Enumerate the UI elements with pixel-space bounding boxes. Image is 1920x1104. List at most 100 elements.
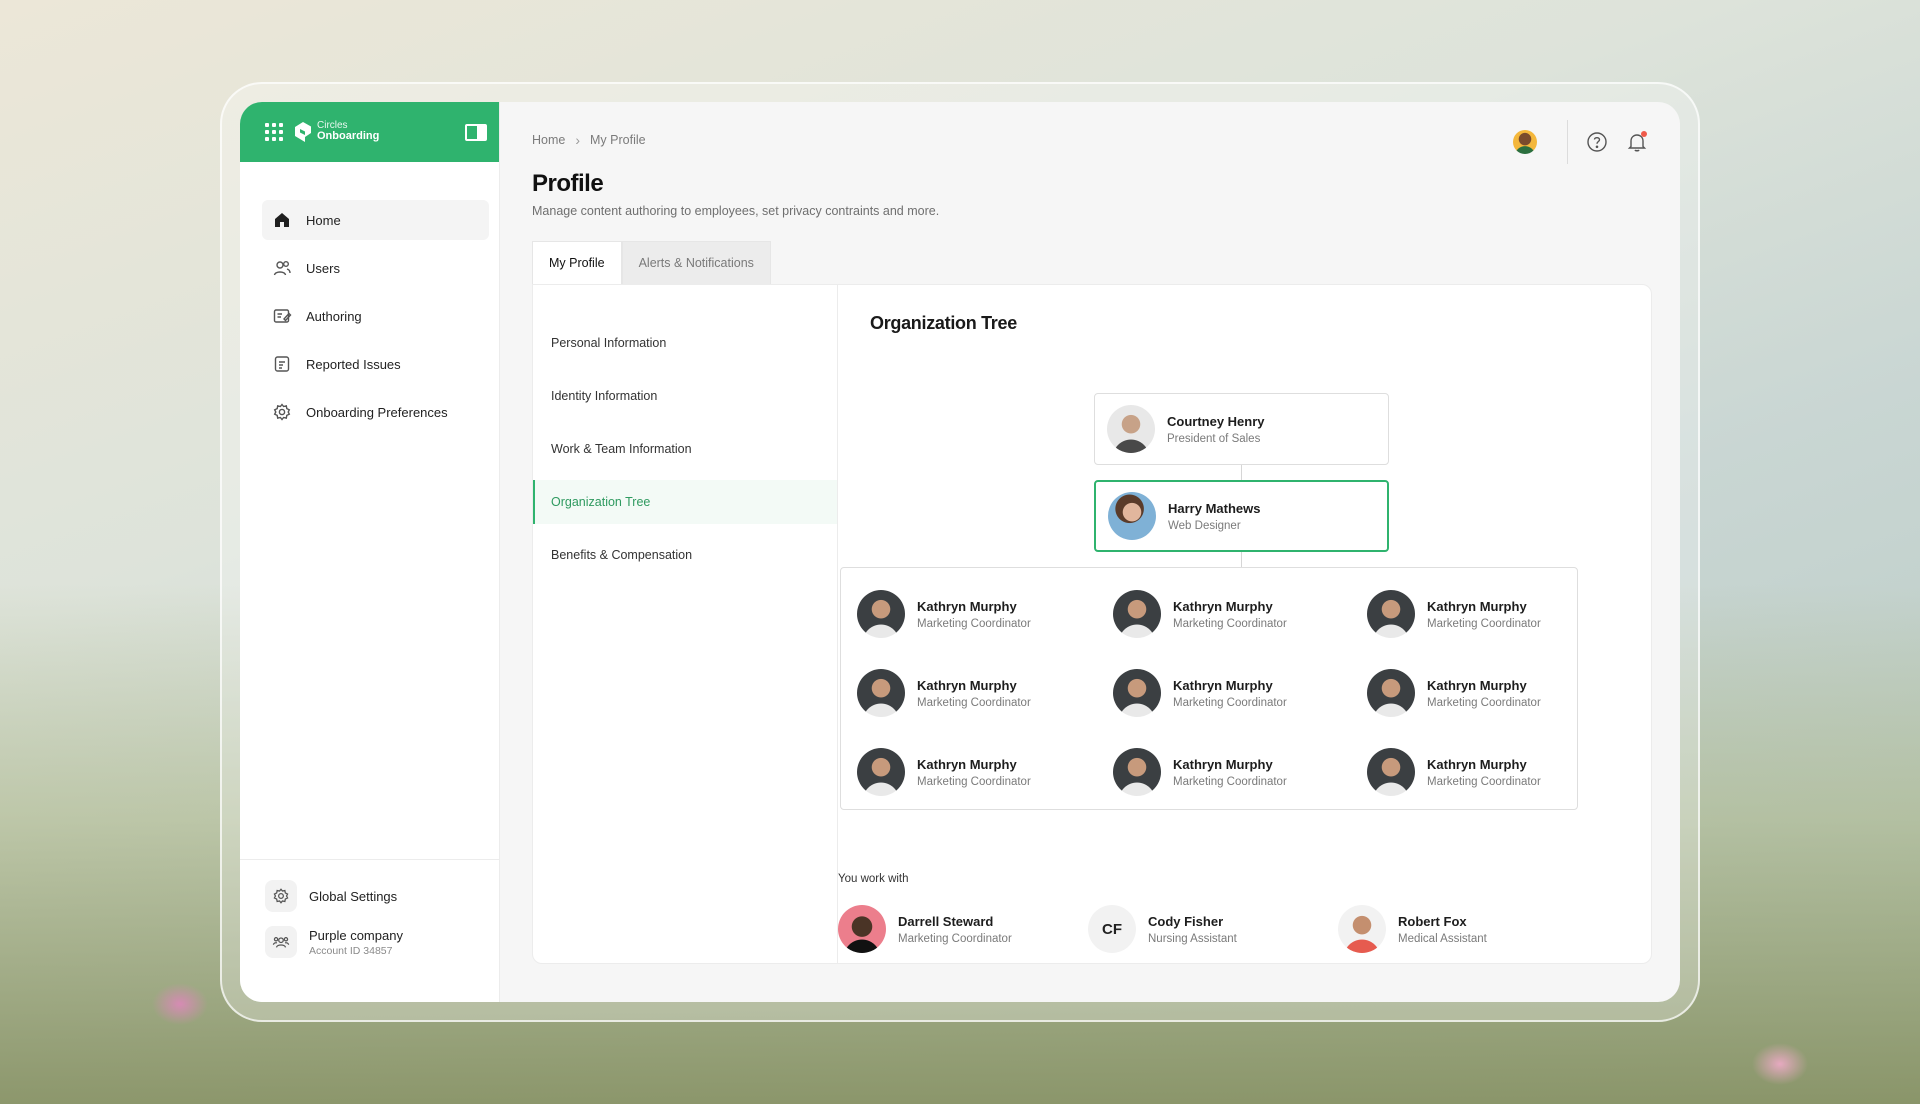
org-tree-content: Organization Tree Courtney Henry Preside… xyxy=(838,285,1651,963)
brand-big: Onboarding xyxy=(317,130,380,143)
coworker-item[interactable]: Robert Fox Medical Assistant xyxy=(1338,905,1588,953)
breadcrumb-home[interactable]: Home xyxy=(532,133,565,147)
company-switcher[interactable]: Purple company Account ID 34857 xyxy=(265,926,499,958)
page-title: Profile xyxy=(532,170,604,197)
app-window: Circles Onboarding Home Users Authoring … xyxy=(240,102,1680,1002)
sidebar-item-home[interactable]: Home xyxy=(262,200,489,240)
person-role: President of Sales xyxy=(1167,432,1261,445)
topbar-divider xyxy=(1567,120,1568,164)
avatar xyxy=(1338,905,1386,953)
avatar xyxy=(1113,669,1161,717)
works-with-list: Darrell Steward Marketing Coordinator CF … xyxy=(838,905,1588,953)
avatar xyxy=(857,748,905,796)
person-name: Kathryn Murphy xyxy=(1173,756,1273,772)
global-settings-button[interactable]: Global Settings xyxy=(265,880,499,912)
notifications-button[interactable] xyxy=(1626,131,1648,153)
section-title: Organization Tree xyxy=(870,313,1017,333)
avatar xyxy=(1107,405,1155,453)
notification-badge xyxy=(1641,131,1647,137)
person-name: Kathryn Murphy xyxy=(1427,677,1527,693)
subnav-benefits-compensation[interactable]: Benefits & Compensation xyxy=(533,533,837,577)
team-member[interactable]: Kathryn Murphy Marketing Coordinator xyxy=(1367,742,1577,802)
authoring-icon xyxy=(273,309,292,323)
tab-my-profile[interactable]: My Profile xyxy=(532,241,622,285)
sidebar-item-onboarding-preferences[interactable]: Onboarding Preferences xyxy=(262,392,489,432)
person-role: Web Designer xyxy=(1168,519,1241,532)
coworker-item[interactable]: Darrell Steward Marketing Coordinator xyxy=(838,905,1088,953)
sidebar-item-label: Home xyxy=(306,212,341,228)
org-card-leader[interactable]: Courtney Henry President of Sales xyxy=(1094,393,1389,465)
team-member[interactable]: Kathryn Murphy Marketing Coordinator xyxy=(857,663,1113,723)
breadcrumb-current: My Profile xyxy=(590,133,646,147)
avatar xyxy=(857,590,905,638)
person-name: Cody Fisher xyxy=(1148,913,1224,929)
sidebar-footer: Global Settings Purple company Account I… xyxy=(240,859,499,1002)
sidebar-nav: Home Users Authoring Reported Issues Onb… xyxy=(240,162,499,440)
person-role: Marketing Coordinator xyxy=(1427,617,1541,630)
sidebar-item-reported-issues[interactable]: Reported Issues xyxy=(262,344,489,384)
person-name: Courtney Henry xyxy=(1167,413,1265,429)
profile-panel: Personal Information Identity Informatio… xyxy=(532,284,1652,964)
brand-small: Circles xyxy=(317,119,348,131)
avatar xyxy=(1367,669,1415,717)
person-role: Marketing Coordinator xyxy=(1427,775,1541,788)
team-member[interactable]: Kathryn Murphy Marketing Coordinator xyxy=(1113,742,1367,802)
users-icon xyxy=(273,261,291,276)
works-with-label: You work with xyxy=(838,873,909,885)
person-role: Nursing Assistant xyxy=(1148,932,1237,945)
avatar xyxy=(1108,492,1156,540)
avatar xyxy=(1113,590,1161,638)
subnav-personal-information[interactable]: Personal Information xyxy=(533,321,837,365)
avatar xyxy=(1367,748,1415,796)
person-role: Medical Assistant xyxy=(1398,932,1487,945)
company-icon xyxy=(265,926,297,958)
avatar xyxy=(857,669,905,717)
tab-alerts-notifications[interactable]: Alerts & Notifications xyxy=(621,241,771,285)
user-avatar[interactable] xyxy=(1513,130,1537,154)
person-role: Marketing Coordinator xyxy=(917,696,1031,709)
sidebar-item-label: Authoring xyxy=(306,308,362,324)
collapse-sidebar-button[interactable] xyxy=(465,123,487,141)
person-name: Kathryn Murphy xyxy=(917,756,1017,772)
coworker-item[interactable]: CF Cody Fisher Nursing Assistant xyxy=(1088,905,1338,953)
tree-connector xyxy=(1241,552,1242,567)
gear-icon xyxy=(265,880,297,912)
profile-tabs: My Profile Alerts & Notifications xyxy=(532,241,771,285)
profile-subnav: Personal Information Identity Informatio… xyxy=(533,285,838,963)
topbar xyxy=(1513,120,1648,164)
team-member[interactable]: Kathryn Murphy Marketing Coordinator xyxy=(1113,584,1367,644)
apps-grid-icon[interactable] xyxy=(265,123,283,141)
team-member[interactable]: Kathryn Murphy Marketing Coordinator xyxy=(1367,584,1577,644)
person-role: Marketing Coordinator xyxy=(917,617,1031,630)
settings-icon xyxy=(273,403,291,421)
person-role: Marketing Coordinator xyxy=(917,775,1031,788)
team-member[interactable]: Kathryn Murphy Marketing Coordinator xyxy=(1367,663,1577,723)
main-content: Home › My Profile Profile Manage content… xyxy=(500,102,1680,1002)
subnav-work-team-information[interactable]: Work & Team Information xyxy=(533,427,837,471)
team-member[interactable]: Kathryn Murphy Marketing Coordinator xyxy=(857,584,1113,644)
sidebar-item-users[interactable]: Users xyxy=(262,248,489,288)
avatar-initials: CF xyxy=(1088,905,1136,953)
report-icon xyxy=(274,356,290,372)
sidebar: Circles Onboarding Home Users Authoring … xyxy=(240,102,500,1002)
team-member[interactable]: Kathryn Murphy Marketing Coordinator xyxy=(857,742,1113,802)
breadcrumb: Home › My Profile xyxy=(532,132,646,148)
sidebar-item-label: Users xyxy=(306,260,340,276)
company-name: Purple company xyxy=(309,927,403,943)
person-name: Kathryn Murphy xyxy=(1173,598,1273,614)
global-settings-label: Global Settings xyxy=(309,888,398,904)
team-member[interactable]: Kathryn Murphy Marketing Coordinator xyxy=(1113,663,1367,723)
person-name: Harry Mathews xyxy=(1168,500,1261,516)
subnav-identity-information[interactable]: Identity Information xyxy=(533,374,837,418)
sidebar-item-label: Onboarding Preferences xyxy=(306,404,448,420)
avatar xyxy=(1113,748,1161,796)
sidebar-item-authoring[interactable]: Authoring xyxy=(262,296,489,336)
person-role: Marketing Coordinator xyxy=(1173,696,1287,709)
subnav-organization-tree[interactable]: Organization Tree xyxy=(533,480,837,524)
chevron-right-icon: › xyxy=(575,132,581,148)
tree-connector xyxy=(1241,465,1242,480)
org-card-me[interactable]: Harry Mathews Web Designer xyxy=(1094,480,1389,552)
person-role: Marketing Coordinator xyxy=(1173,617,1287,630)
avatar xyxy=(1367,590,1415,638)
help-icon[interactable] xyxy=(1586,131,1608,153)
